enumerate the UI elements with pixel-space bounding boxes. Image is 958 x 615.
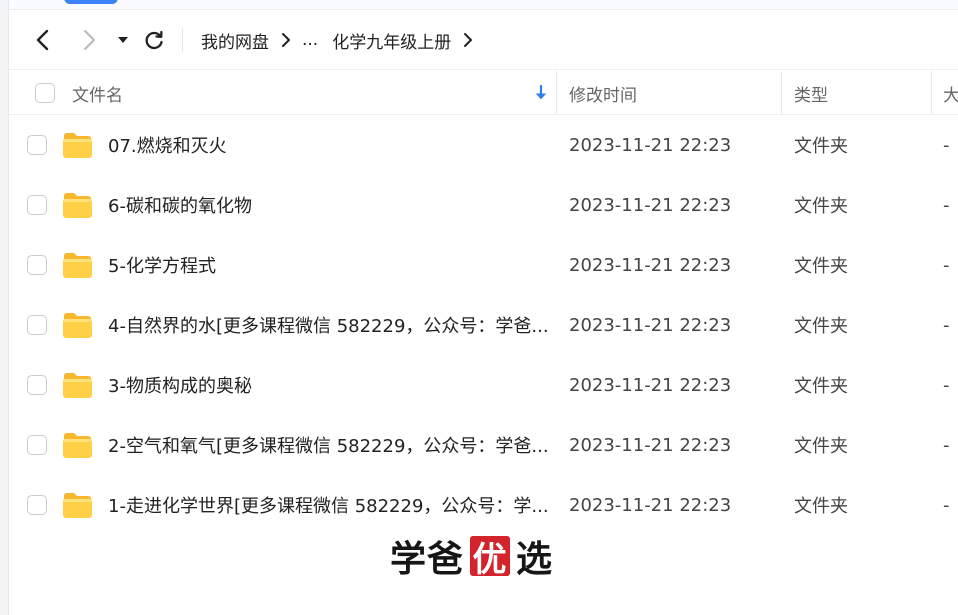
modified-time: 2023-11-21 22:23 [569, 314, 732, 336]
modified-time: 2023-11-21 22:23 [569, 254, 732, 276]
file-type: 文件夹 [794, 256, 848, 277]
breadcrumb-chevron-icon [463, 32, 473, 48]
file-size: - [943, 254, 950, 276]
row-checkbox[interactable] [27, 495, 47, 515]
file-size: - [943, 434, 950, 456]
column-header-modified[interactable]: 修改时间 [569, 71, 637, 115]
file-type: 文件夹 [794, 136, 848, 157]
table-header: 文件名 修改时间 类型 大 [9, 71, 958, 115]
top-tab-indicator[interactable] [64, 0, 118, 4]
row-checkbox[interactable] [27, 435, 47, 455]
folder-icon [63, 493, 92, 518]
chevron-left-icon [36, 29, 49, 51]
column-name-label: 文件名 [72, 85, 123, 106]
watermark-text-right: 选 [516, 539, 554, 580]
row-checkbox[interactable] [27, 315, 47, 335]
forward-button[interactable] [75, 26, 103, 54]
file-size: - [943, 194, 950, 216]
file-name[interactable]: 4-自然界的水[更多课程微信 582229，公众号：学爸... [108, 295, 548, 355]
row-checkbox[interactable] [27, 135, 47, 155]
column-modified-label: 修改时间 [569, 85, 637, 106]
row-checkbox[interactable] [27, 195, 47, 215]
table-row[interactable]: 2-空气和氧气[更多课程微信 582229，公众号：学爸... 2023-11-2… [9, 415, 958, 475]
watermark-boxed-char: 优 [470, 536, 511, 580]
modified-time: 2023-11-21 22:23 [569, 374, 732, 396]
modified-time: 2023-11-21 22:23 [569, 194, 732, 216]
modified-time: 2023-11-21 22:23 [569, 434, 732, 456]
file-type: 文件夹 [794, 316, 848, 337]
folder-icon [63, 253, 92, 278]
breadcrumb-chevron-icon [281, 32, 291, 48]
left-panel-edge [0, 0, 9, 615]
row-checkbox[interactable] [27, 255, 47, 275]
file-size: - [943, 494, 950, 516]
file-name[interactable]: 5-化学方程式 [108, 235, 548, 295]
folder-icon [63, 193, 92, 218]
caret-down-icon [118, 37, 128, 43]
column-size-label: 大 [943, 85, 958, 106]
column-divider[interactable] [781, 71, 782, 115]
select-all-checkbox-cell [35, 71, 55, 115]
folder-icon [63, 133, 92, 158]
folder-icon [63, 433, 92, 458]
column-header-size[interactable]: 大 [943, 71, 958, 115]
file-name[interactable]: 07.燃烧和灭火 [108, 115, 548, 175]
column-type-label: 类型 [794, 85, 828, 106]
sort-arrow-down-icon[interactable] [535, 85, 547, 101]
breadcrumb-root[interactable]: 我的网盘 [201, 28, 269, 53]
table-row[interactable]: 6-碳和碳的氧化物 2023-11-21 22:23 文件夹 - [9, 175, 958, 235]
file-type: 文件夹 [794, 496, 848, 517]
refresh-icon [145, 30, 163, 50]
watermark-text-left: 学爸 [390, 539, 465, 580]
table-row[interactable]: 5-化学方程式 2023-11-21 22:23 文件夹 - [9, 235, 958, 295]
file-name[interactable]: 6-碳和碳的氧化物 [108, 175, 548, 235]
file-type: 文件夹 [794, 196, 848, 217]
folder-icon [63, 373, 92, 398]
breadcrumb: 我的网盘 ... 化学九年级上册 [201, 28, 484, 53]
column-header-type[interactable]: 类型 [794, 71, 828, 115]
file-type: 文件夹 [794, 376, 848, 397]
folder-icon [63, 313, 92, 338]
file-size: - [943, 374, 950, 396]
watermark-logo: 学爸 优 选 [390, 533, 554, 580]
table-row[interactable]: 1-走进化学世界[更多课程微信 582229，公众号：学... 2023-11-2… [9, 475, 958, 535]
toolbar-divider [182, 28, 183, 52]
column-header-name[interactable]: 文件名 [72, 71, 552, 115]
chevron-right-icon [83, 29, 96, 51]
column-divider[interactable] [556, 71, 557, 115]
navigation-bar: 我的网盘 ... 化学九年级上册 [9, 10, 958, 70]
refresh-button[interactable] [140, 26, 168, 54]
breadcrumb-current[interactable]: 化学九年级上册 [332, 28, 451, 53]
row-checkbox[interactable] [27, 375, 47, 395]
file-name[interactable]: 2-空气和氧气[更多课程微信 582229，公众号：学爸... [108, 415, 548, 475]
breadcrumb-ellipsis[interactable]: ... [302, 30, 318, 50]
table-row[interactable]: 4-自然界的水[更多课程微信 582229，公众号：学爸... 2023-11-2… [9, 295, 958, 355]
modified-time: 2023-11-21 22:23 [569, 494, 732, 516]
file-size: - [943, 314, 950, 336]
select-all-checkbox[interactable] [35, 83, 55, 103]
file-name[interactable]: 1-走进化学世界[更多课程微信 582229，公众号：学... [108, 475, 548, 535]
table-row[interactable]: 3-物质构成的奥秘 2023-11-21 22:23 文件夹 - [9, 355, 958, 415]
file-type: 文件夹 [794, 436, 848, 457]
modified-time: 2023-11-21 22:23 [569, 134, 732, 156]
history-dropdown-button[interactable] [109, 26, 137, 54]
top-strip [9, 0, 958, 10]
file-size: - [943, 134, 950, 156]
back-button[interactable] [29, 26, 57, 54]
table-row[interactable]: 07.燃烧和灭火 2023-11-21 22:23 文件夹 - [9, 115, 958, 175]
column-divider[interactable] [931, 71, 932, 115]
file-name[interactable]: 3-物质构成的奥秘 [108, 355, 548, 415]
